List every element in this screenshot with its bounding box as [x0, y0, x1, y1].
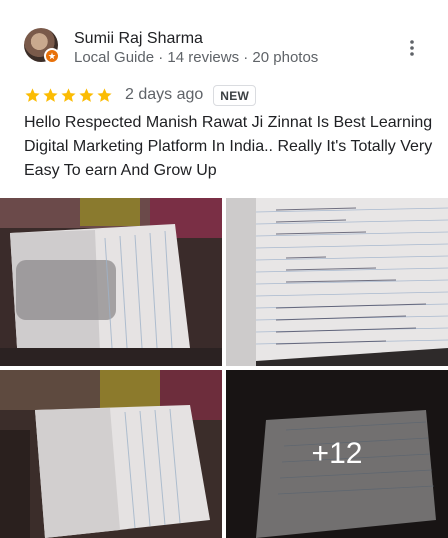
review-photo-2[interactable] [226, 198, 448, 366]
more-photos-count[interactable]: +12 [226, 370, 448, 538]
reviewer-name[interactable]: Sumii Raj Sharma [74, 30, 203, 48]
review-photo-1[interactable] [0, 198, 222, 366]
star-icon [25, 87, 40, 102]
rating-row: 2 days ago NEW [24, 84, 257, 106]
star-icon [61, 87, 76, 102]
star-icon [79, 87, 94, 102]
local-guide-badge-icon [44, 48, 60, 64]
reviewer-meta: Local Guide · 14 reviews · 20 photos [74, 49, 319, 66]
more-vert-icon[interactable] [404, 38, 420, 58]
star-icon [43, 87, 58, 102]
star-icon [97, 87, 112, 102]
review-date: 2 days ago [125, 86, 204, 103]
review-photo-3[interactable] [0, 370, 222, 538]
star-rating [24, 87, 113, 104]
review-photo-more[interactable]: +12 [226, 370, 448, 538]
review-text: Hello Respected Manish Rawat Ji Zinnat I… [24, 114, 433, 179]
new-badge: NEW [213, 84, 257, 106]
